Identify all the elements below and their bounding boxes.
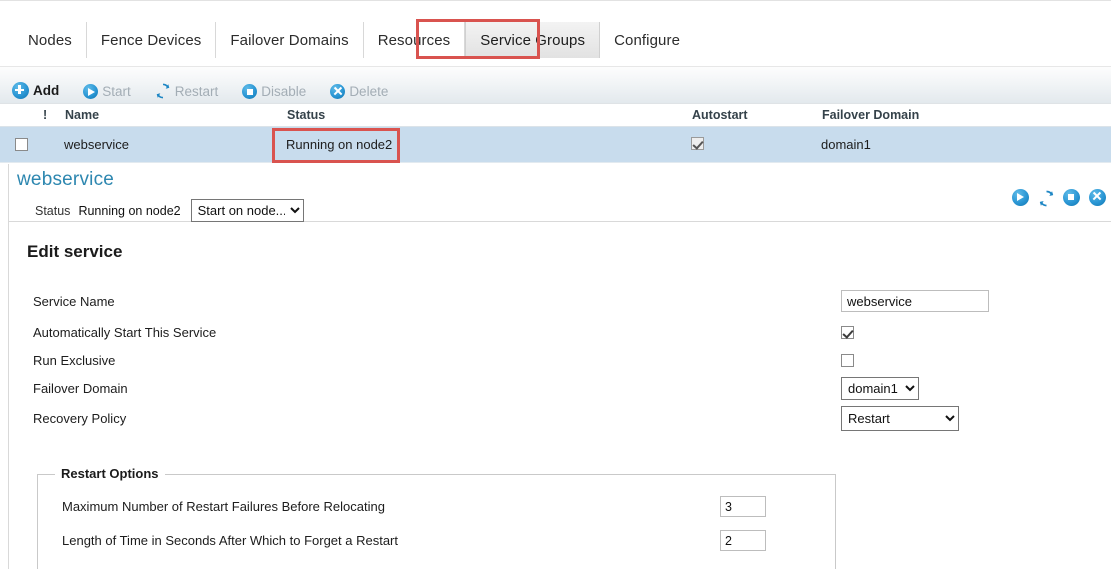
delete-circle-icon[interactable] [1089, 189, 1106, 206]
run-exclusive-control [841, 353, 854, 367]
tab-service-groups[interactable]: Service Groups [465, 22, 601, 58]
restart-button[interactable]: Restart [155, 83, 219, 105]
tab-label: Resources [377, 31, 451, 49]
recovery-policy-select[interactable]: Restart [841, 405, 959, 431]
tab-list: Nodes Fence Devices Failover Domains Res… [14, 22, 694, 58]
restart-circle-icon[interactable] [1038, 190, 1054, 206]
recovery-policy-control: Restart [841, 405, 959, 431]
form-row-recovery-policy: Recovery Policy Restart [33, 405, 1093, 431]
run-exclusive-checkbox[interactable] [841, 353, 854, 367]
row-select-checkbox[interactable] [14, 138, 28, 151]
row-autostart-checkbox [691, 136, 704, 150]
max-failures-input[interactable] [720, 496, 766, 517]
disable-button-label: Disable [261, 84, 307, 99]
status-label: Status [35, 203, 71, 218]
status-value: Running on node2 [78, 203, 181, 218]
failover-domain-label: Failover Domain [33, 380, 128, 396]
toolbar-items: Add Start Restart Disable Delete [12, 67, 412, 105]
forget-time-label: Length of Time in Seconds After Which to… [62, 533, 399, 548]
form-title: Edit service [27, 242, 123, 261]
page-title: webservice [17, 169, 115, 190]
grid-header-failover-domain: Failover Domain [822, 108, 920, 122]
tab-label: Service Groups [480, 31, 586, 49]
restart-circle-icon [155, 83, 171, 99]
service-name-control [841, 290, 989, 312]
restart-options-row-max-failures: Maximum Number of Restart Failures Befor… [62, 496, 812, 517]
max-failures-label: Maximum Number of Restart Failures Befor… [62, 499, 385, 514]
failover-domain-control: domain1 [841, 376, 919, 400]
delete-button[interactable]: Delete [330, 84, 388, 105]
tab-label: Failover Domains [230, 31, 349, 49]
form-row-run-exclusive: Run Exclusive [33, 349, 1093, 371]
grid-header-name: Name [65, 108, 100, 122]
table-row[interactable]: webservice Running on node2 domain1 [0, 127, 1111, 163]
row-autostart-cell [691, 136, 821, 153]
service-name-label: Service Name [33, 293, 115, 309]
auto-start-label: Automatically Start This Service [33, 324, 217, 340]
failover-domain-select[interactable]: domain1 [841, 376, 919, 400]
tab-nodes[interactable]: Nodes [14, 22, 87, 58]
service-status-line: Status Running on node2 Start on node... [35, 199, 304, 222]
run-exclusive-label: Run Exclusive [33, 352, 116, 368]
auto-start-checkbox[interactable] [841, 325, 854, 339]
start-button[interactable]: Start [83, 84, 131, 105]
grid-toolbar: Add Start Restart Disable Delete [0, 66, 1111, 104]
tab-fence-devices[interactable]: Fence Devices [87, 22, 217, 58]
detail-action-icons [1012, 189, 1106, 206]
start-on-node-select[interactable]: Start on node... [190, 199, 304, 222]
restart-options-fieldset: Restart Options Maximum Number of Restar… [37, 466, 836, 569]
recovery-policy-label: Recovery Policy [33, 410, 127, 426]
restart-options-legend: Restart Options [55, 466, 165, 481]
form-row-service-name: Service Name [33, 290, 1093, 312]
delete-button-label: Delete [349, 84, 389, 99]
start-button-label: Start [102, 84, 131, 99]
row-name-cell: webservice [64, 137, 130, 152]
add-button-label: Add [33, 83, 60, 98]
stop-circle-icon [242, 84, 258, 99]
disable-button[interactable]: Disable [242, 84, 306, 105]
play-circle-icon [83, 84, 99, 99]
forget-time-input[interactable] [720, 530, 766, 551]
delete-circle-icon [330, 84, 346, 99]
auto-start-control [841, 325, 854, 339]
tab-label: Configure [614, 31, 681, 49]
form-row-failover-domain: Failover Domain domain1 [33, 376, 1093, 400]
tab-label: Nodes [28, 31, 72, 49]
grid-header-alert: ! [43, 108, 48, 122]
service-detail-header: webservice Status Running on node2 Start… [8, 164, 1111, 222]
tab-configure[interactable]: Configure [600, 22, 694, 58]
row-status-cell: Running on node2 [286, 137, 393, 152]
service-name-input[interactable] [841, 290, 989, 312]
edit-service-form: Edit service Service Name Automatically … [8, 222, 1111, 569]
play-circle-icon[interactable] [1012, 189, 1029, 206]
grid-header-autostart: Autostart [692, 108, 748, 122]
tab-failover-domains[interactable]: Failover Domains [216, 22, 364, 58]
tab-label: Fence Devices [100, 31, 202, 49]
add-button[interactable]: Add [12, 82, 59, 105]
row-failover-domain-cell: domain1 [821, 137, 871, 152]
restart-button-label: Restart [174, 83, 219, 99]
grid-header-row: ! Name Status Autostart Failover Domain [0, 104, 1111, 127]
grid-header-status: Status [287, 108, 326, 122]
form-row-auto-start: Automatically Start This Service [33, 321, 1093, 343]
stop-circle-icon[interactable] [1063, 189, 1080, 206]
tab-resources[interactable]: Resources [364, 22, 466, 58]
plus-circle-icon [12, 82, 29, 99]
restart-options-row-forget-time: Length of Time in Seconds After Which to… [62, 530, 812, 551]
row-select-cell [0, 138, 42, 151]
tab-bar: Nodes Fence Devices Failover Domains Res… [0, 0, 1111, 66]
service-groups-grid: ! Name Status Autostart Failover Domain … [0, 104, 1111, 163]
